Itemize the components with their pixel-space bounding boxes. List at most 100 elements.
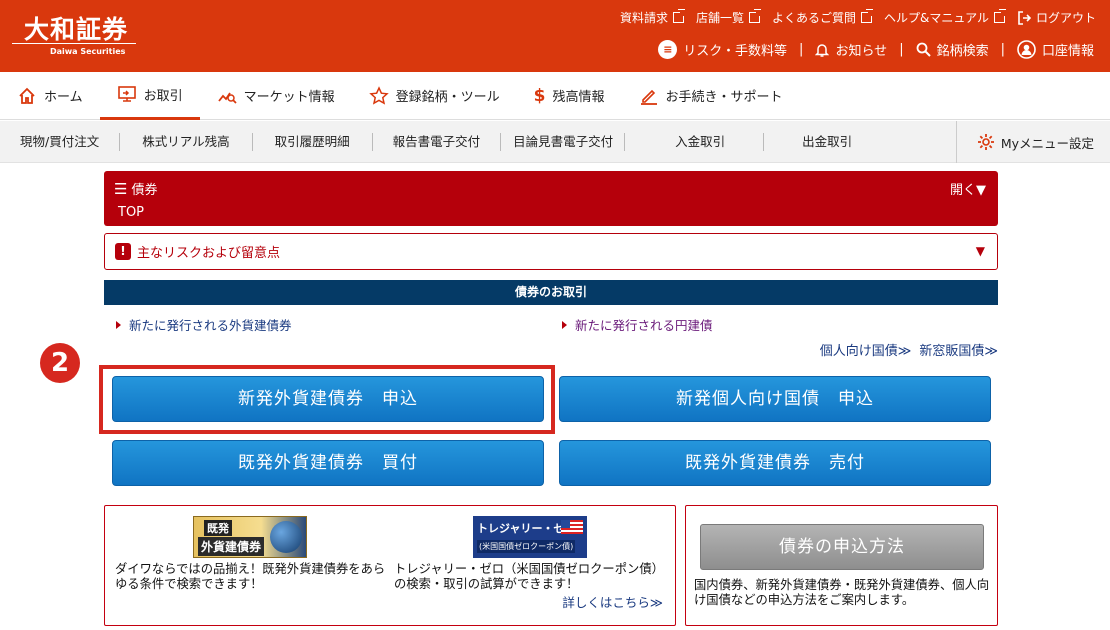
arrow-right-icon — [116, 320, 121, 329]
details-link[interactable]: 詳しくはこちら≫ — [562, 592, 663, 611]
dollar-icon: $ — [533, 85, 546, 106]
pen-icon — [640, 89, 657, 105]
nav-label: お取引 — [143, 88, 183, 104]
expand-toggle[interactable]: 開く▼ — [950, 179, 986, 198]
link-account-info[interactable]: 口座情報 — [1017, 40, 1094, 59]
banner-subtitle: (米国国債ゼロクーポン債) — [477, 540, 576, 553]
gov-bond-links: 個人向け国債≫ 新窓販国債≫ — [820, 340, 998, 359]
section-title: ☰ 債券 — [114, 179, 158, 199]
logout-icon — [1018, 10, 1031, 25]
bond-apply-method-button[interactable]: 債券の申込方法 — [700, 524, 984, 570]
menu-icon: ☰ — [114, 179, 128, 198]
logo-subtext: Daiwa Securities — [50, 47, 126, 56]
arrow-right-icon — [562, 320, 567, 329]
apply-new-foreign-bond-button[interactable]: 新発外貨建債券 申込 — [112, 376, 544, 422]
link-label: よくあるご質問 — [771, 11, 856, 25]
nav-balance[interactable]: $ 残高情報 — [517, 72, 622, 120]
link-new-otc-jgb[interactable]: 新窓販国債≫ — [919, 340, 998, 359]
bond-trading-header: 債券のお取引 — [104, 280, 998, 305]
nav-label: 残高情報 — [552, 90, 605, 105]
star-icon — [368, 85, 389, 105]
header-bar: 大和証券 Daiwa Securities 資料請求 店舗一覧 よくあるご質問 … — [0, 0, 1110, 72]
link-label: ヘルプ&マニュアル — [883, 11, 989, 25]
apply-method-description: 国内債券、新発外貨建債券・既発外貨建債券、個人向け国債などの申込方法をご案内しま… — [694, 578, 990, 607]
sub-nav: 現物/買付注文 株式リアル残高 取引履歴明細 報告書電子交付 目論見書電子交付 … — [0, 121, 1110, 163]
link-faq[interactable]: よくあるご質問 — [771, 9, 874, 26]
user-icon — [1017, 40, 1036, 59]
nav-label: 登録銘柄・ツール — [395, 90, 500, 105]
link-label: お知らせ — [835, 44, 888, 59]
link-stores[interactable]: 店舗一覧 — [695, 9, 762, 26]
existing-foreign-bond-banner[interactable]: 既発 外貨建債券 — [193, 516, 307, 558]
home-icon — [19, 87, 35, 104]
chart-search-icon — [217, 92, 237, 104]
link-risk-fees[interactable]: ≡ リスク・手数料等 — [658, 40, 787, 59]
link-label: 資料請求 — [619, 11, 668, 25]
nav-procedures[interactable]: お手続き・サポート — [622, 72, 800, 120]
link-label: 店舗一覧 — [695, 11, 744, 25]
gear-icon — [977, 134, 994, 150]
link-stock-search[interactable]: 銘柄検索 — [916, 40, 989, 59]
subnav-deposit[interactable]: 入金取引 — [625, 132, 765, 151]
subnav-withdraw[interactable]: 出金取引 — [764, 133, 890, 151]
nav-label: マーケット情報 — [243, 90, 335, 105]
divider: | — [899, 42, 904, 57]
link-help[interactable]: ヘルプ&マニュアル — [883, 9, 1007, 26]
nav-market[interactable]: マーケット情報 — [200, 72, 352, 120]
daiwa-logo[interactable]: 大和証券 Daiwa Securities — [12, 8, 136, 58]
us-flag-icon — [561, 520, 583, 534]
apply-method-panel: 債券の申込方法 国内債券、新発外貨建債券・既発外貨建債券、個人向け国債などの申込… — [685, 505, 998, 626]
breadcrumb: TOP — [118, 205, 145, 220]
link-label: 新たに発行される外貨建債券 — [129, 318, 292, 333]
divider: | — [1000, 42, 1005, 57]
bond-section-header: ☰ 債券 TOP 開く▼ — [104, 171, 998, 226]
nav-trade[interactable]: お取引 — [99, 72, 200, 120]
nav-home[interactable]: ホーム — [0, 72, 100, 120]
risk-notice-accordion[interactable]: ! 主なリスクおよび留意点 ▼ — [104, 233, 998, 270]
my-menu-settings[interactable]: Myメニュー設定 — [955, 121, 1094, 163]
logout-link[interactable]: ログアウト — [1017, 9, 1096, 26]
external-link-icon — [860, 9, 874, 23]
utility-links: 資料請求 店舗一覧 よくあるご質問 ヘルプ&マニュアル ログアウト — [620, 9, 1096, 26]
subnav-spot-order[interactable]: 現物/買付注文 — [0, 132, 121, 151]
risk-label: 主なリスクおよび留意点 — [137, 246, 281, 261]
subnav-stock-balance[interactable]: 株式リアル残高 — [120, 132, 253, 151]
buy-existing-foreign-bond-button[interactable]: 既発外貨建債券 買付 — [112, 440, 544, 486]
nav-label: お手続き・サポート — [665, 90, 783, 105]
search-icon — [916, 42, 931, 57]
nav-registered-tools[interactable]: 登録銘柄・ツール — [352, 72, 517, 120]
logo-text: 大和証券 — [24, 15, 129, 44]
bond-banners-panel: 既発 外貨建債券 ダイワならではの品揃え！既発外貨建債券をあらゆる条件で検索でき… — [104, 505, 676, 626]
subnav-history[interactable]: 取引履歴明細 — [253, 132, 373, 151]
link-label: リスク・手数料等 — [683, 44, 788, 59]
document-icon: ≡ — [658, 40, 678, 59]
apply-individual-jgb-button[interactable]: 新発個人向け国債 申込 — [559, 376, 991, 422]
link-label: ログアウト — [1035, 11, 1096, 25]
external-link-icon — [748, 9, 762, 23]
treasury-zero-banner[interactable]: トレジャリー・ゼロ (米国国債ゼロクーポン債) — [473, 516, 587, 558]
subnav-report[interactable]: 報告書電子交付 — [373, 132, 502, 151]
alert-icon: ! — [115, 243, 131, 260]
divider: | — [799, 42, 804, 57]
link-new-foreign-bonds[interactable]: 新たに発行される外貨建債券 — [116, 315, 292, 334]
link-individual-jgb[interactable]: 個人向け国債≫ — [820, 340, 912, 359]
section-title-text: 債券 — [131, 183, 158, 198]
link-label: 口座情報 — [1041, 44, 1094, 59]
subnav-prospectus[interactable]: 目論見書電子交付 — [501, 132, 626, 151]
link-label: 銘柄検索 — [936, 44, 989, 59]
globe-icon — [270, 521, 302, 553]
link-notices[interactable]: お知らせ — [815, 40, 887, 59]
nav-label: ホーム — [44, 90, 83, 105]
my-menu-label: Myメニュー設定 — [1000, 135, 1094, 151]
step-number-badge: 2 — [40, 343, 80, 383]
banner-title: 外貨建債券 — [198, 537, 265, 556]
sell-existing-foreign-bond-button[interactable]: 既発外貨建債券 売付 — [559, 440, 991, 486]
link-materials[interactable]: 資料請求 — [619, 9, 686, 26]
chevron-down-icon: ▼ — [975, 244, 985, 258]
link-new-yen-bonds[interactable]: 新たに発行される円建債 — [562, 315, 713, 334]
utility-links-2: ≡ リスク・手数料等 | お知らせ | 銘柄検索 | 口座情報 — [658, 40, 1094, 59]
external-link-icon — [993, 9, 1007, 23]
banner2-description: トレジャリー・ゼロ（米国国債ゼロクーポン債）の検索・取引の試算ができます！ — [394, 562, 664, 591]
main-nav: ホーム お取引 マーケット情報 登録銘柄・ツール $ 残高情報 お手続き・サポー… — [0, 72, 1110, 120]
trade-screen-icon — [117, 86, 136, 102]
